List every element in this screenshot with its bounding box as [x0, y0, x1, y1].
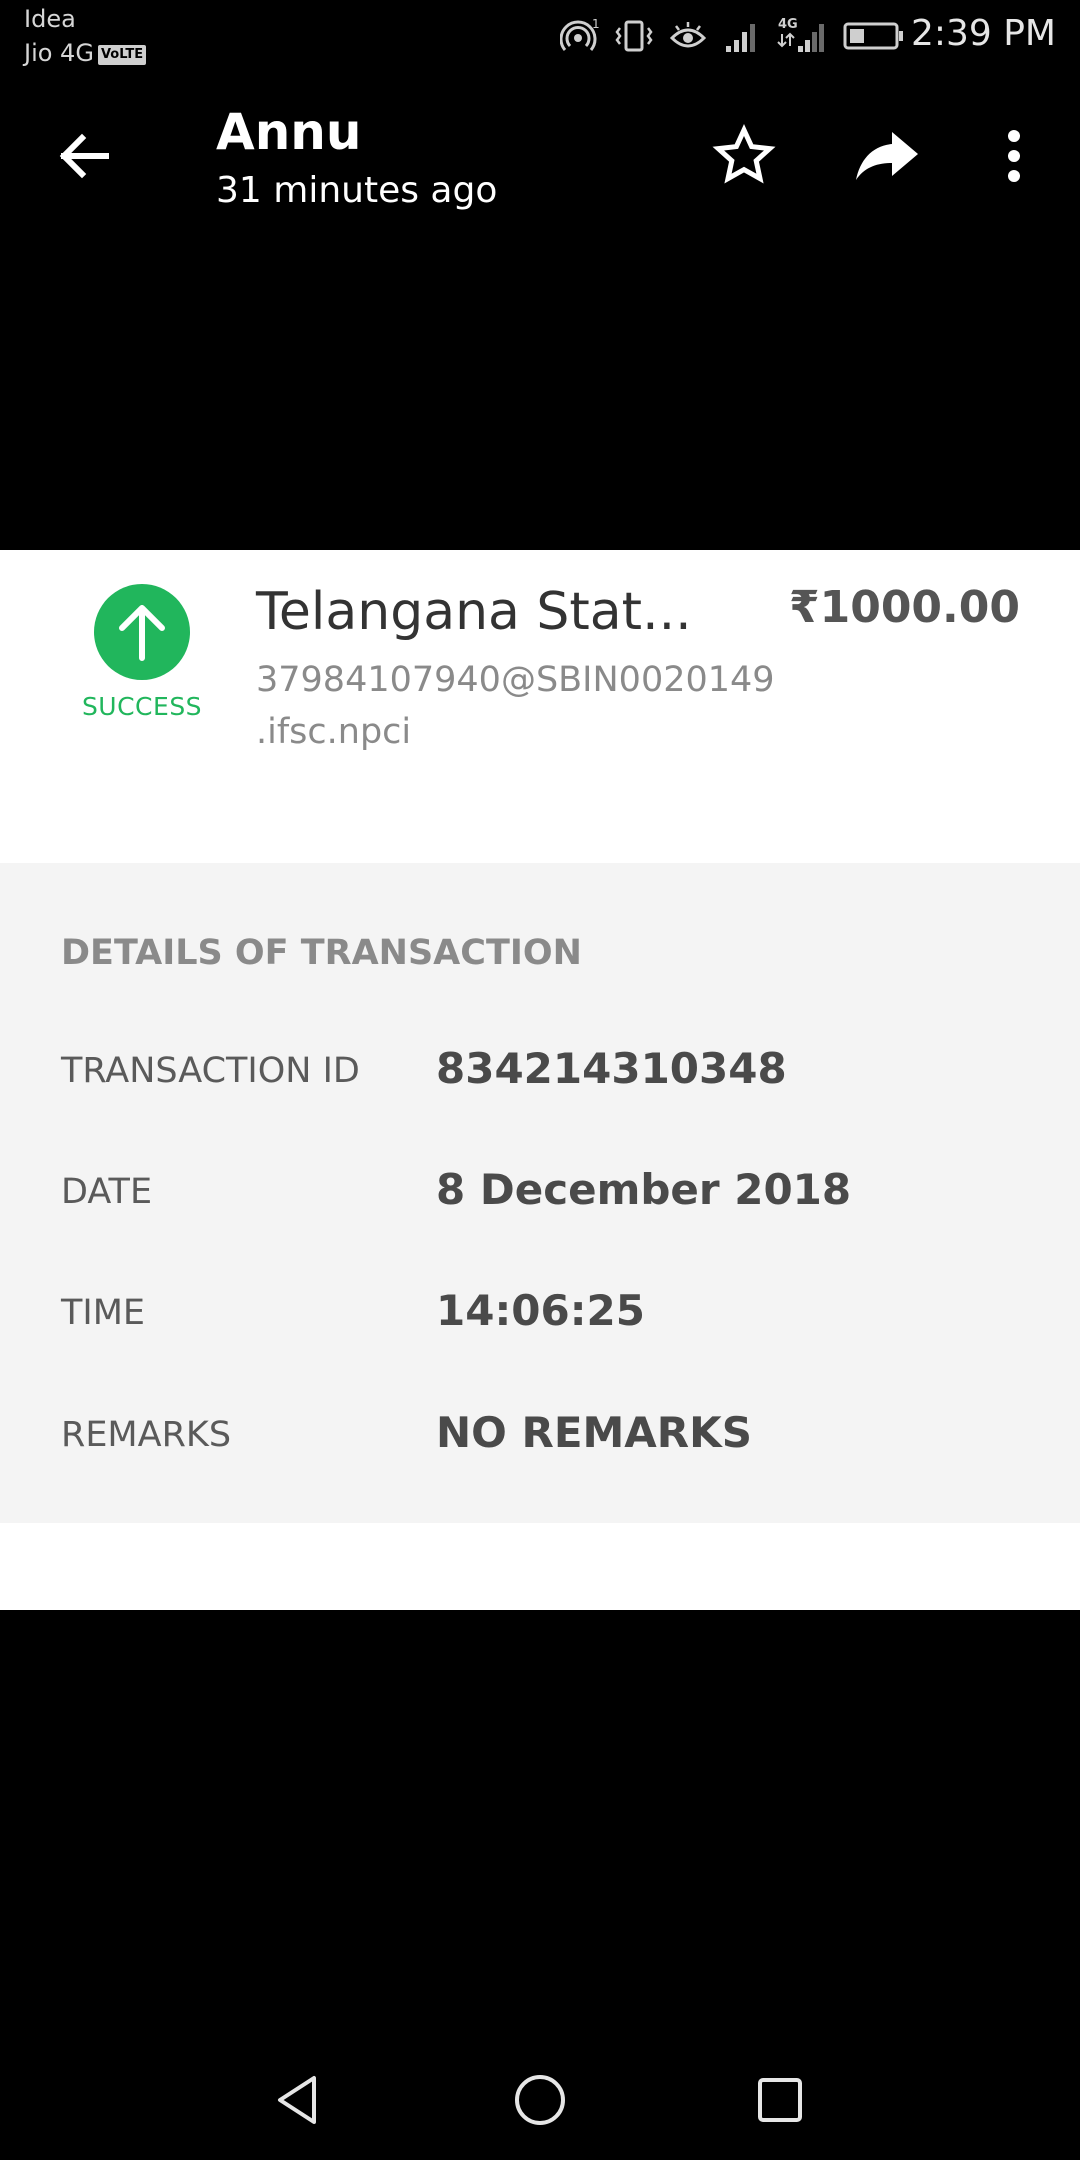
nav-back-icon: [278, 2076, 316, 2124]
nav-home-button[interactable]: [510, 2070, 570, 2130]
star-outline-icon: [712, 123, 776, 184]
more-vert-icon: [1008, 130, 1020, 182]
toolbar: Annu 31 minutes ago: [0, 72, 1080, 222]
more-options-button[interactable]: [990, 124, 1038, 188]
arrow-up-icon: [119, 605, 165, 661]
payee-upi-id: 37984107940@SBIN0020149 .ifsc.npci: [256, 660, 775, 752]
nav-back-button[interactable]: [270, 2070, 330, 2130]
star-button[interactable]: [712, 123, 776, 188]
transaction-amount: ₹1000.00: [788, 582, 1020, 633]
signal-4g-icon: 4G: [777, 17, 824, 52]
share-button[interactable]: [852, 124, 924, 188]
detail-value: 8 December 2018: [436, 1165, 852, 1214]
volte-badge: VoLTE: [97, 45, 147, 65]
screen: Idea Jio 4G VoLTE 1 4G 2:39 PM Annu 31 m…: [0, 0, 1080, 2160]
status-bar: Idea Jio 4G VoLTE 1 4G 2:39 PM: [0, 0, 1080, 72]
nav-recents-icon: [758, 2078, 802, 2122]
transaction-card: SUCCESS Telangana Stat... 37984107940@SB…: [0, 550, 1080, 1610]
page-subtitle: 31 minutes ago: [216, 170, 498, 211]
transaction-details: DETAILS OF TRANSACTION TRANSACTION ID 83…: [0, 863, 1080, 1523]
signal-strength-icon: [726, 24, 755, 52]
detail-value: 14:06:25: [436, 1286, 645, 1335]
page-title: Annu: [216, 103, 362, 161]
status-icons: 1 4G: [560, 14, 906, 58]
status-time: 2:39 PM: [910, 13, 1056, 54]
navigation-bar: [0, 2040, 1080, 2160]
details-heading: DETAILS OF TRANSACTION: [61, 933, 582, 973]
detail-row-remarks: REMARKS NO REMARKS: [0, 1403, 1080, 1467]
svg-text:1: 1: [592, 17, 600, 31]
detail-row-date: DATE 8 December 2018: [0, 1160, 1080, 1224]
network-type-label: 4G: [778, 17, 798, 32]
carrier-name-primary: Idea: [24, 5, 76, 33]
share-icon: [856, 132, 918, 180]
nav-home-icon: [515, 2075, 565, 2125]
hotspot-icon: 1: [560, 17, 600, 51]
detail-row-time: TIME 14:06:25: [0, 1281, 1080, 1345]
back-button[interactable]: [50, 122, 118, 190]
detail-label: TIME: [61, 1293, 146, 1333]
detail-value: NO REMARKS: [436, 1408, 752, 1457]
vibrate-icon: [615, 20, 653, 52]
status-label: SUCCESS: [81, 692, 203, 721]
detail-label: REMARKS: [61, 1415, 232, 1455]
detail-value: 834214310348: [436, 1044, 787, 1093]
transaction-summary: SUCCESS Telangana Stat... 37984107940@SB…: [0, 550, 1080, 863]
battery-icon: [843, 22, 903, 50]
payee-name: Telangana Stat...: [256, 582, 692, 642]
eye-comfort-icon: [669, 22, 707, 48]
status-badge: [94, 584, 190, 680]
carrier-name-secondary: Jio 4G VoLTE: [24, 38, 147, 68]
carrier-label: Jio 4G: [24, 39, 94, 67]
detail-row-transaction-id: TRANSACTION ID 834214310348: [0, 1039, 1080, 1103]
detail-label: DATE: [61, 1172, 153, 1212]
arrow-back-icon: [59, 133, 109, 179]
detail-label: TRANSACTION ID: [61, 1051, 360, 1091]
nav-recents-button[interactable]: [750, 2070, 810, 2130]
